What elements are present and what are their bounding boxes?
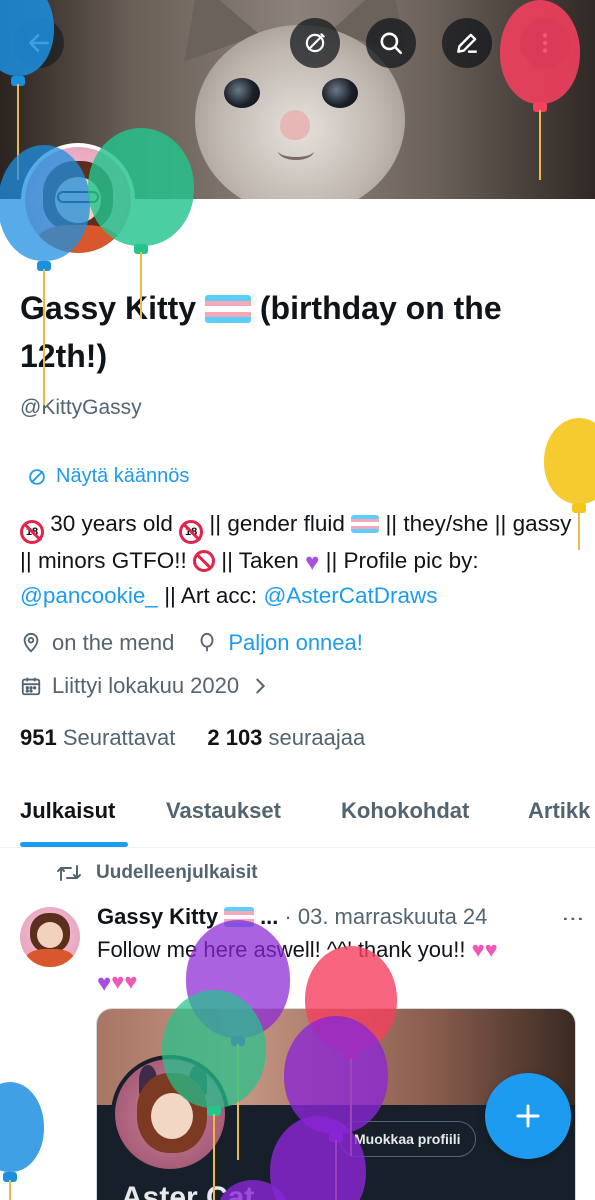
edit-icon: [457, 33, 477, 53]
post-author-avatar[interactable]: [20, 907, 80, 967]
location-pin-icon: [23, 632, 39, 653]
display-name-text: Gassy Kitty: [20, 290, 197, 326]
eighteen-plus-icon: 18: [179, 520, 204, 544]
active-tab-indicator: [20, 842, 128, 847]
media-display-name: Aster Cat: [121, 1181, 255, 1200]
media-edit-profile-button: Muokkaa profiili: [339, 1121, 476, 1157]
post-text: Follow me here aswell! ^^' thank you!! ♥…: [97, 934, 577, 1000]
back-button[interactable]: [14, 18, 64, 68]
more-icon: [542, 33, 548, 53]
profile-avatar[interactable]: [21, 143, 135, 257]
purple-heart-icon: ♥: [97, 970, 112, 997]
tab-replies[interactable]: Vastaukset: [166, 798, 281, 824]
repost-icon: [57, 865, 81, 881]
prohibited-icon: [192, 550, 215, 572]
trans-flag-icon: [351, 515, 380, 533]
two-hearts-icon: ♥♥: [111, 969, 138, 994]
chevron-right-icon: [256, 678, 266, 694]
plus-icon: [516, 1104, 540, 1128]
profile-meta-location: on the mend Paljon onnea!: [20, 630, 363, 656]
author-truncation: ...: [260, 904, 279, 929]
purple-heart-icon: ♥: [305, 549, 320, 576]
balloon-decoration: [0, 1082, 44, 1200]
translate-icon: [29, 468, 45, 485]
follow-stats: 951 Seurattavat 2 103 seuraajaa: [20, 725, 365, 751]
eighteen-plus-icon: 18: [20, 520, 44, 544]
search-icon: [380, 32, 403, 55]
media-avatar: [111, 1055, 229, 1173]
show-translation-link[interactable]: Näytä käännös: [26, 465, 189, 488]
show-translation-label: Näytä käännös: [56, 465, 190, 487]
tab-posts[interactable]: Julkaisut: [20, 798, 115, 824]
translate-button[interactable]: [290, 18, 340, 68]
edit-button[interactable]: [442, 18, 492, 68]
repost-label: Uudelleenjulkaisit: [96, 862, 258, 883]
post-header: Gassy Kitty ... · 03. marraskuuta 24: [97, 904, 487, 930]
translate-icon: [305, 33, 325, 53]
repost-indicator: Uudelleenjulkaisit: [56, 862, 258, 884]
location-text: on the mend: [52, 630, 175, 655]
trans-flag-icon: [204, 295, 251, 323]
tab-articles[interactable]: Artikk: [528, 798, 590, 824]
following-link[interactable]: 951 Seurattavat: [20, 725, 175, 751]
back-arrow-icon: [29, 34, 49, 52]
balloon-icon: [200, 632, 214, 652]
post-author-name[interactable]: Gassy Kitty: [97, 904, 218, 930]
tab-highlights[interactable]: Kohokohdat: [341, 798, 469, 824]
post-body: Follow me here aswell! ^^' thank you!!: [97, 937, 466, 962]
birthday-link[interactable]: Paljon onnea!: [228, 630, 363, 656]
trans-flag-icon: [224, 907, 255, 927]
profile-bio: 18 30 years old 18 || gender fluid || th…: [20, 511, 572, 608]
joined-text: Liittyi lokakuu 2020: [52, 673, 240, 698]
post-date[interactable]: · 03. marraskuuta 24: [284, 904, 487, 930]
mention-link[interactable]: @pancookie_: [20, 583, 158, 608]
profile-handle: @KittyGassy: [20, 396, 142, 419]
search-button[interactable]: [366, 18, 416, 68]
followers-link[interactable]: 2 103 seuraajaa: [207, 725, 365, 751]
calendar-icon: [21, 677, 41, 696]
display-name: Gassy Kitty (birthday on the 12th!): [20, 284, 580, 380]
profile-tabs: Julkaisut Vastaukset Kohokohdat Artikk: [0, 782, 595, 848]
two-hearts-icon: ♥♥: [471, 937, 498, 962]
post-more-icon[interactable]: ⋮: [560, 908, 585, 928]
more-button[interactable]: [520, 18, 570, 68]
mention-link[interactable]: @AsterCatDraws: [263, 583, 437, 608]
compose-button[interactable]: [485, 1073, 571, 1159]
joined-date-row[interactable]: Liittyi lokakuu 2020: [20, 673, 271, 699]
